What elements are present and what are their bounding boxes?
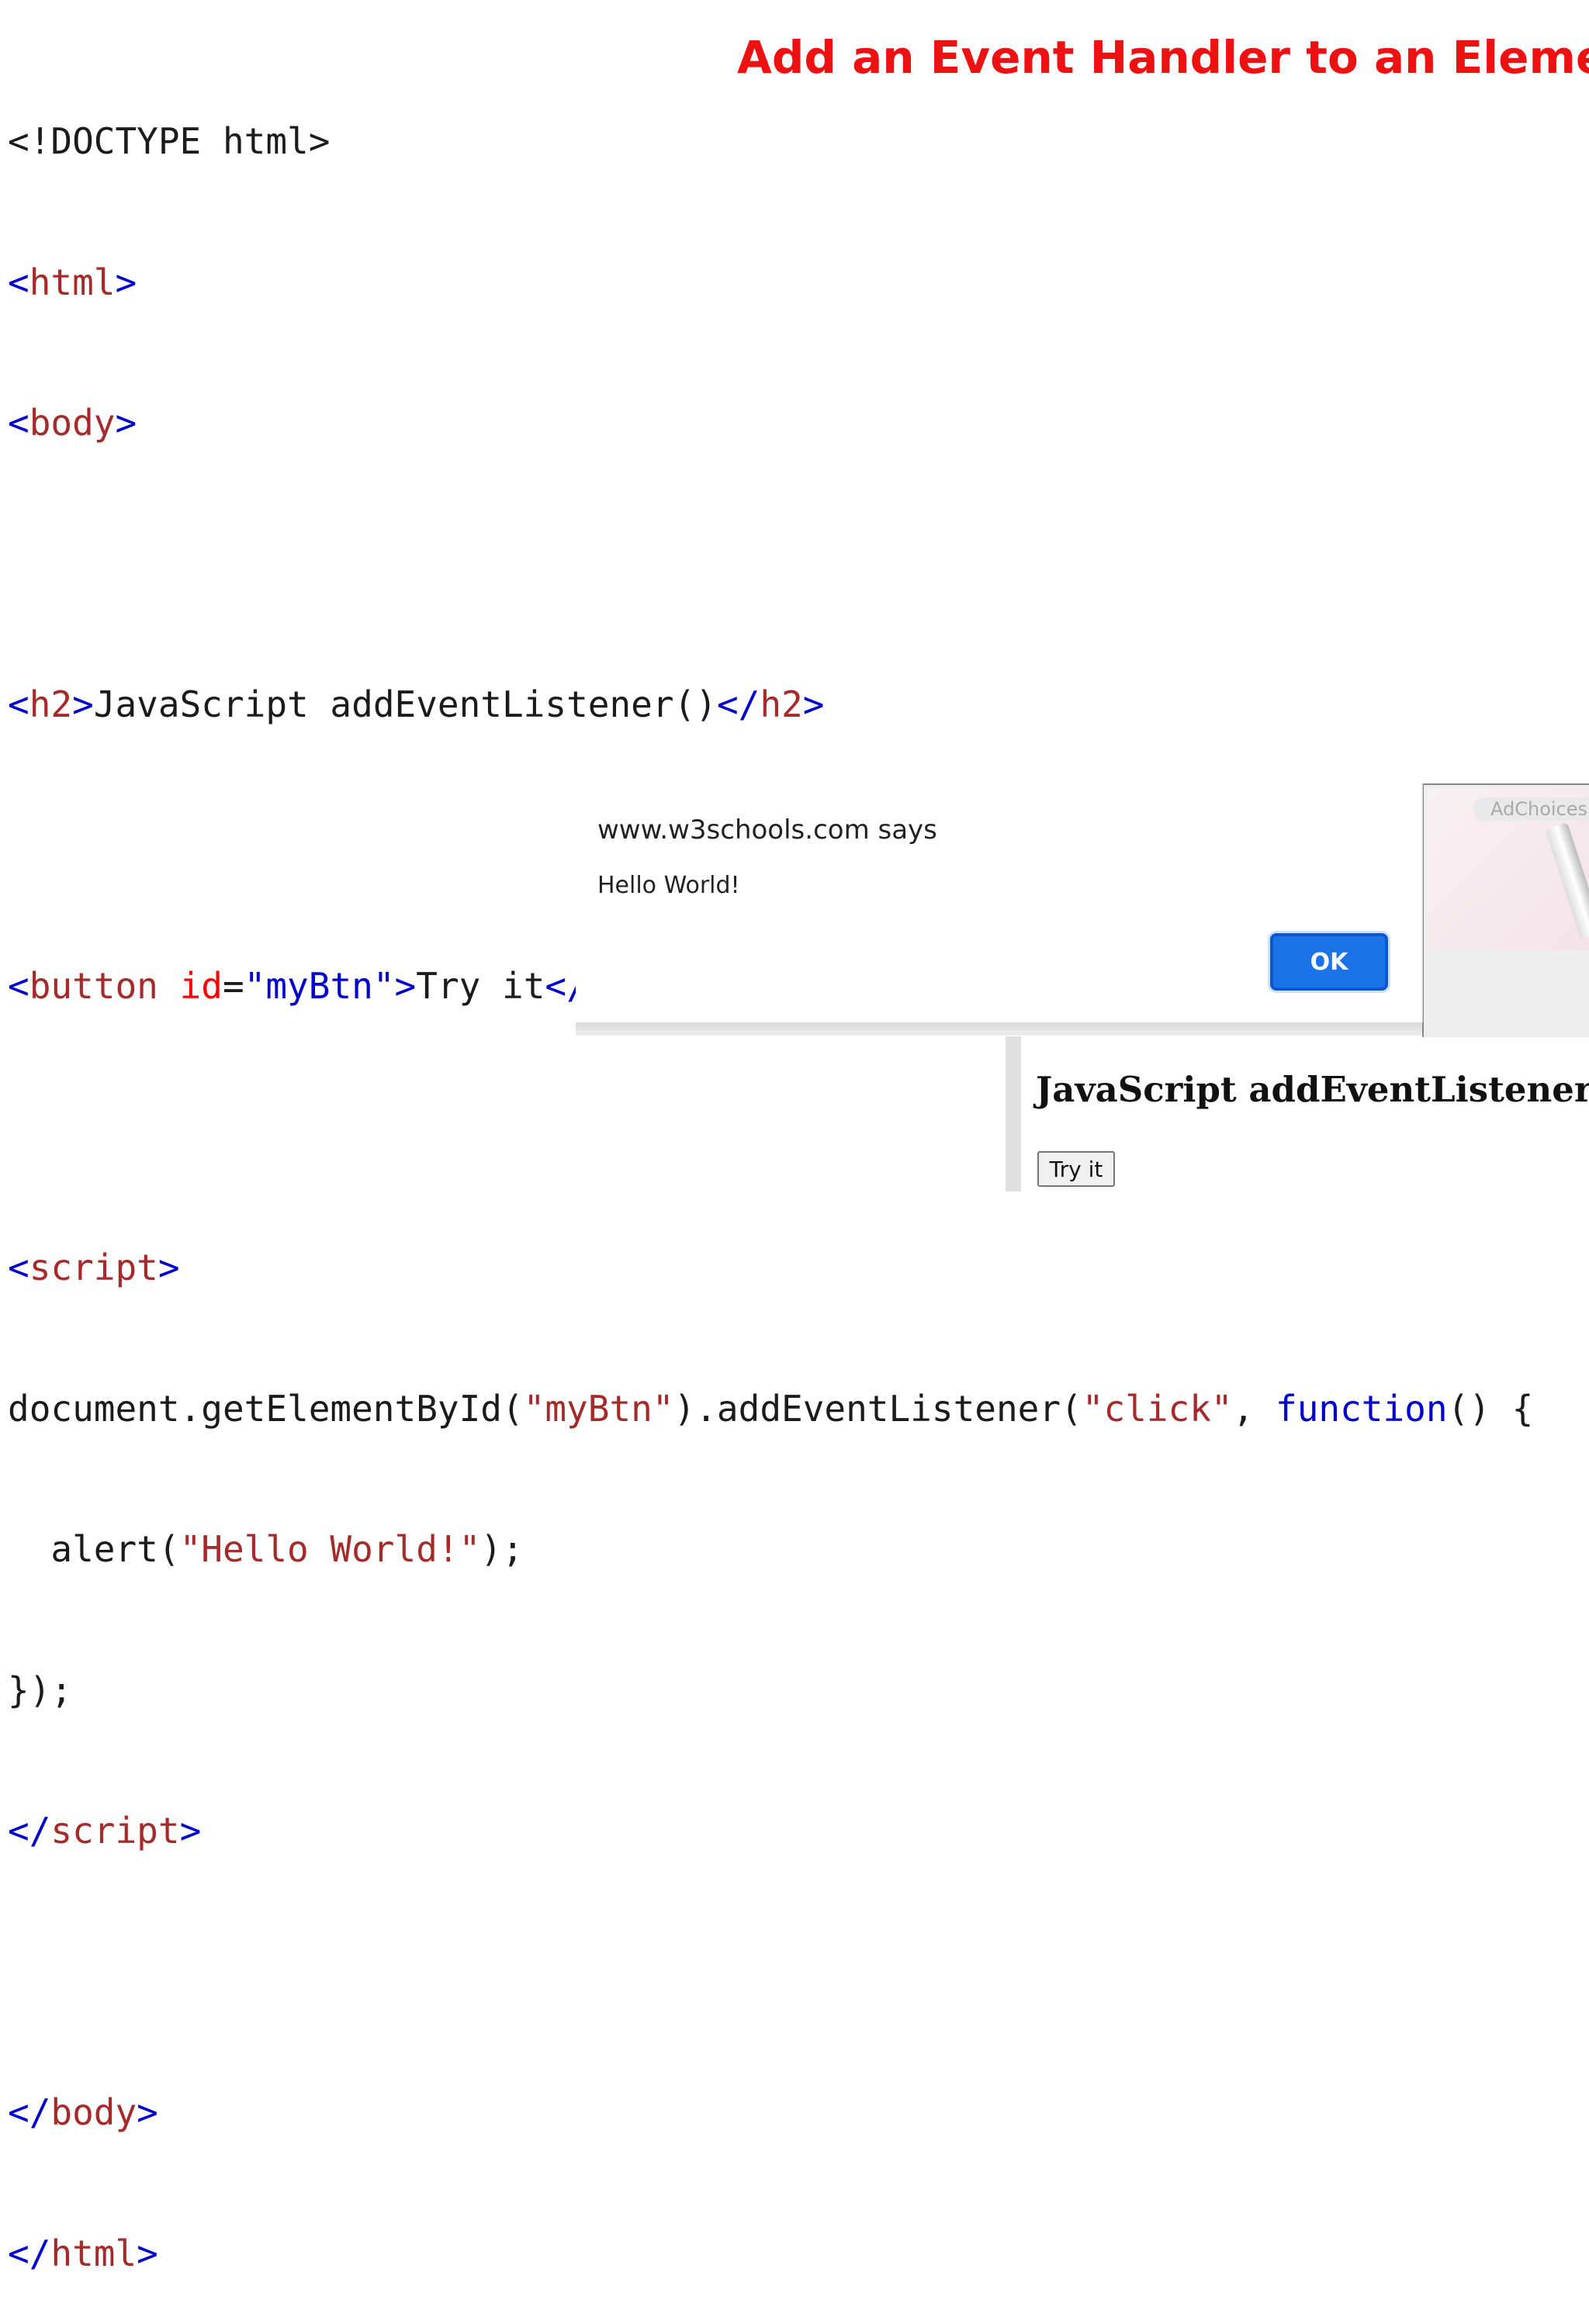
code-token: < [8,402,29,444]
code-token: > [179,1810,202,1852]
adchoices-badge[interactable]: AdChoices [1473,797,1589,821]
code-token: id [179,965,223,1007]
code-token: > [115,402,137,444]
ok-button[interactable]: OK [1270,933,1388,991]
code-line-close-fn: }); [8,1669,73,1711]
code-line-h2: <h2>JavaScript addEventListener()</h2> [8,681,1533,728]
code-token: ); [480,1528,524,1570]
code-listing: <!DOCTYPE html> <html> <body> <h2>JavaSc… [8,24,1533,2324]
code-token: h2 [29,683,73,725]
code-token: html [50,2232,137,2274]
code-token: </ [8,1810,51,1852]
code-line-html-open: <html> [8,259,1533,306]
alert-shadow [576,1020,1422,1036]
code-token: > [802,683,825,725]
code-token: body [50,2091,137,2133]
preview-divider [1006,1036,1021,1191]
code-token: script [50,1810,180,1852]
code-token: document.getElementById( [8,1387,524,1430]
code-token: > [137,2091,158,2133]
product-bottle-icon [1545,822,1589,940]
code-token: "myBtn" [244,965,395,1007]
code-token: > [158,1247,180,1288]
code-token: ).addEventListener( [673,1387,1082,1430]
code-token: > [137,2232,158,2274]
code-token: button [29,965,158,1007]
code-line-body-open: <body> [8,399,1533,447]
alert-message: Hello World! [597,872,740,899]
code-token: () { [1447,1387,1534,1430]
code-line-script-close: </script> [8,1807,1533,1855]
code-token: </ [8,2232,51,2274]
code-line-body-close: </body> [8,2089,1533,2136]
code-token: JavaScript addEventListener() [93,683,717,725]
code-token: </ [8,2091,51,2133]
ad-panel[interactable]: AdChoices [1422,783,1589,1037]
code-token: > [72,683,94,725]
code-token: script [29,1247,158,1288]
code-line-alert: alert("Hello World!"); [8,1526,1533,1573]
alert-dialog: www.w3schools.com says Hello World! OK [576,783,1423,1022]
code-token: "Hello World!" [179,1528,481,1570]
try-it-button[interactable]: Try it [1037,1151,1115,1187]
code-token: , [1232,1387,1276,1430]
code-line-listener: document.getElementById("myBtn").addEven… [8,1385,1533,1433]
code-token: < [8,683,29,725]
code-token: function [1276,1387,1448,1430]
code-line-html-close: </html> [8,2230,1533,2277]
code-token: body [29,402,116,444]
code-token: h2 [760,683,803,725]
code-token: < [8,1247,29,1288]
code-token: < [8,261,29,303]
code-token: = [222,965,244,1007]
code-token: alert( [8,1528,180,1570]
code-token: "myBtn" [523,1387,674,1430]
code-token: Try it [416,965,545,1007]
code-token: html [29,261,116,303]
code-token: "click" [1082,1387,1233,1430]
preview-heading: JavaScript addEventListener() [1036,1069,1589,1110]
code-token: < [8,965,29,1007]
code-token: > [115,261,137,303]
code-line-script-open: <script> [8,1244,1533,1292]
code-line-doctype: <!DOCTYPE html> [8,120,331,162]
alert-origin: www.w3schools.com says [597,814,937,846]
ad-image[interactable]: AdChoices [1427,788,1589,950]
code-token: > [394,965,417,1007]
code-token: </ [716,683,760,725]
